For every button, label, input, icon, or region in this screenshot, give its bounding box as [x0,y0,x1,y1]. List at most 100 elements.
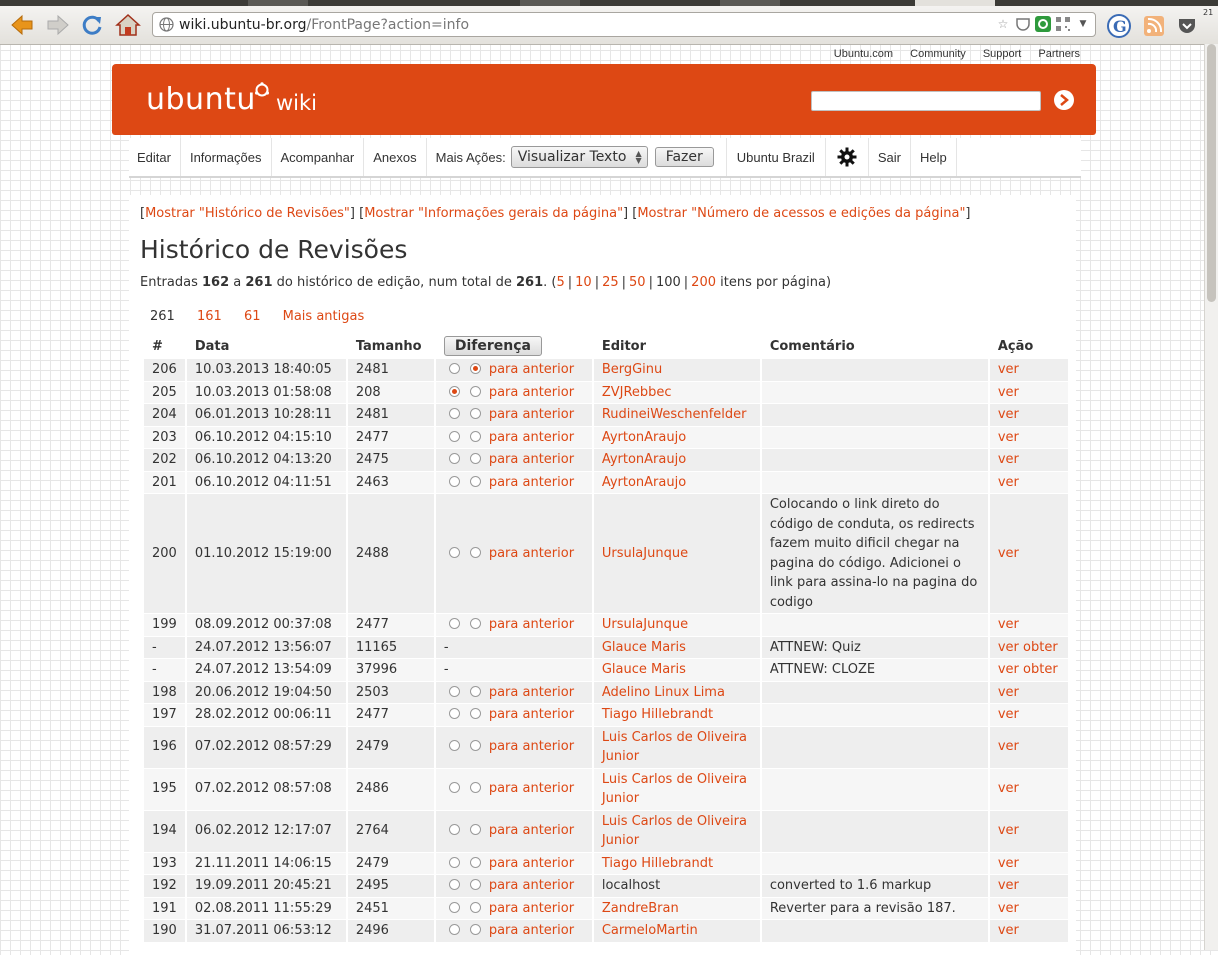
action-view-link[interactable]: ver [998,901,1019,916]
diff-radio-old[interactable] [448,546,460,558]
diff-previous-link[interactable]: para anterior [489,823,574,838]
diff-previous-link[interactable]: para anterior [489,707,574,722]
editor-link[interactable]: UrsulaJunque [602,617,688,632]
action-view-link[interactable]: ver [998,823,1019,838]
action-view-link[interactable]: ver [998,640,1019,655]
diff-radio-new[interactable] [469,685,481,697]
action-view-link[interactable]: ver [998,452,1019,467]
diff-radio-old[interactable] [448,879,460,890]
editor-link[interactable]: ZandreBran [602,901,679,916]
diff-previous-link[interactable]: para anterior [489,546,574,561]
diff-previous-link[interactable]: para anterior [489,362,574,377]
diff-previous-link[interactable]: para anterior [489,781,574,796]
per-page-10[interactable]: 10 [575,275,592,290]
diff-radio-new[interactable] [469,879,481,890]
editor-link[interactable]: Glauce Maris [602,640,686,655]
rss-button[interactable] [1142,14,1166,38]
action-view-link[interactable]: ver [998,430,1019,445]
editor-link[interactable]: Luis Carlos de Oliveira Junior [602,772,747,807]
diff-previous-link[interactable]: para anterior [489,475,574,490]
qr-code-icon[interactable] [1055,16,1071,32]
editor-link[interactable]: Tiago Hillebrandt [602,856,713,871]
diff-radio-old[interactable] [448,618,460,629]
diff-radio-new[interactable] [469,901,481,913]
forward-button[interactable] [44,11,72,39]
diff-previous-link[interactable]: para anterior [489,739,574,754]
diff-radio-new[interactable] [469,782,481,794]
home-button[interactable] [114,11,142,39]
menu-subscribe[interactable]: Acompanhar [272,138,365,176]
action-view-link[interactable]: ver [998,707,1019,722]
menu-attachments[interactable]: Anexos [364,138,427,176]
more-actions-select[interactable]: Visualizar Texto ▲ ▼ [510,146,648,168]
editor-link[interactable]: ZVJRebbec [602,385,672,400]
menu-info[interactable]: Informações [181,138,272,176]
diff-previous-link[interactable]: para anterior [489,452,574,467]
diff-radio-new[interactable] [469,708,481,719]
page-scrollbar[interactable] [1204,44,1218,950]
diff-radio-new[interactable] [469,856,481,868]
editor-link[interactable]: RudineiWeschenfelder [602,407,747,422]
action-view-link[interactable]: ver [998,878,1019,893]
diff-radio-new[interactable] [469,824,481,836]
editor-link[interactable]: Luis Carlos de Oliveira Junior [602,814,747,849]
diff-radio-old[interactable] [448,782,460,794]
star-icon[interactable]: ☆ [995,16,1011,32]
diff-radio-new[interactable] [469,546,481,558]
diff-button[interactable]: Diferença [443,335,542,356]
per-page-5[interactable]: 5 [556,275,564,290]
diff-radio-new[interactable] [469,408,481,419]
top-link-ubuntu-com[interactable]: Ubuntu.com [834,48,893,60]
reload-button[interactable] [78,11,106,39]
menu-edit[interactable]: Editar [129,138,181,176]
sync-icon[interactable] [1035,16,1051,32]
diff-previous-link[interactable]: para anterior [489,407,574,422]
scrollbar-thumb[interactable] [1207,44,1216,302]
diff-previous-link[interactable]: para anterior [489,385,574,400]
diff-radio-new[interactable] [469,618,481,629]
editor-link[interactable]: CarmeloMartin [602,923,698,938]
toggle-hit-counts[interactable]: Mostrar "Número de acessos e edições da … [637,206,965,221]
diff-radio-new[interactable] [469,430,481,442]
editor-link[interactable]: BergGinu [602,362,662,377]
action-view-link[interactable]: ver [998,685,1019,700]
editor-link[interactable]: Adelino Linux Lima [602,685,725,700]
per-page-200[interactable]: 200 [691,275,716,290]
action-view-link[interactable]: ver [998,662,1019,677]
editor-link[interactable]: UrsulaJunque [602,546,688,561]
pager-older[interactable]: Mais antigas [283,309,365,324]
diff-radio-old[interactable] [448,901,460,913]
menu-ubuntu-brazil[interactable]: Ubuntu Brazil [727,138,826,176]
pocket-icon[interactable] [1015,16,1031,32]
search-input[interactable] [811,91,1041,111]
action-view-link[interactable]: ver [998,923,1019,938]
diff-previous-link[interactable]: para anterior [489,430,574,445]
diff-radio-old[interactable] [448,385,460,397]
action-view-link[interactable]: ver [998,475,1019,490]
action-view-link[interactable]: ver [998,617,1019,632]
action-view-link[interactable]: ver [998,362,1019,377]
diff-previous-link[interactable]: para anterior [489,878,574,893]
diff-previous-link[interactable]: para anterior [489,617,574,632]
diff-radio-old[interactable] [448,824,460,836]
action-view-link[interactable]: ver [998,739,1019,754]
diff-radio-new[interactable] [469,385,481,397]
diff-radio-old[interactable] [448,408,460,419]
diff-previous-link[interactable]: para anterior [489,856,574,871]
diff-radio-old[interactable] [448,430,460,442]
top-link-community[interactable]: Community [910,48,966,60]
menu-logout[interactable]: Sair [869,138,911,176]
diff-radio-old[interactable] [448,924,460,935]
diff-previous-link[interactable]: para anterior [489,901,574,916]
diff-radio-old[interactable] [448,708,460,719]
editor-link[interactable]: AyrtonAraujo [602,430,686,445]
diff-radio-new[interactable] [469,475,481,487]
diff-previous-link[interactable]: para anterior [489,685,574,700]
diff-radio-old[interactable] [448,740,460,752]
diff-radio-old[interactable] [448,453,460,464]
top-link-support[interactable]: Support [983,48,1022,60]
per-page-50[interactable]: 50 [629,275,646,290]
diff-previous-link[interactable]: para anterior [489,923,574,938]
url-bar[interactable]: wiki.ubuntu-br.org/FrontPage?action=info… [152,12,1096,37]
action-get-link[interactable]: obter [1023,640,1058,655]
